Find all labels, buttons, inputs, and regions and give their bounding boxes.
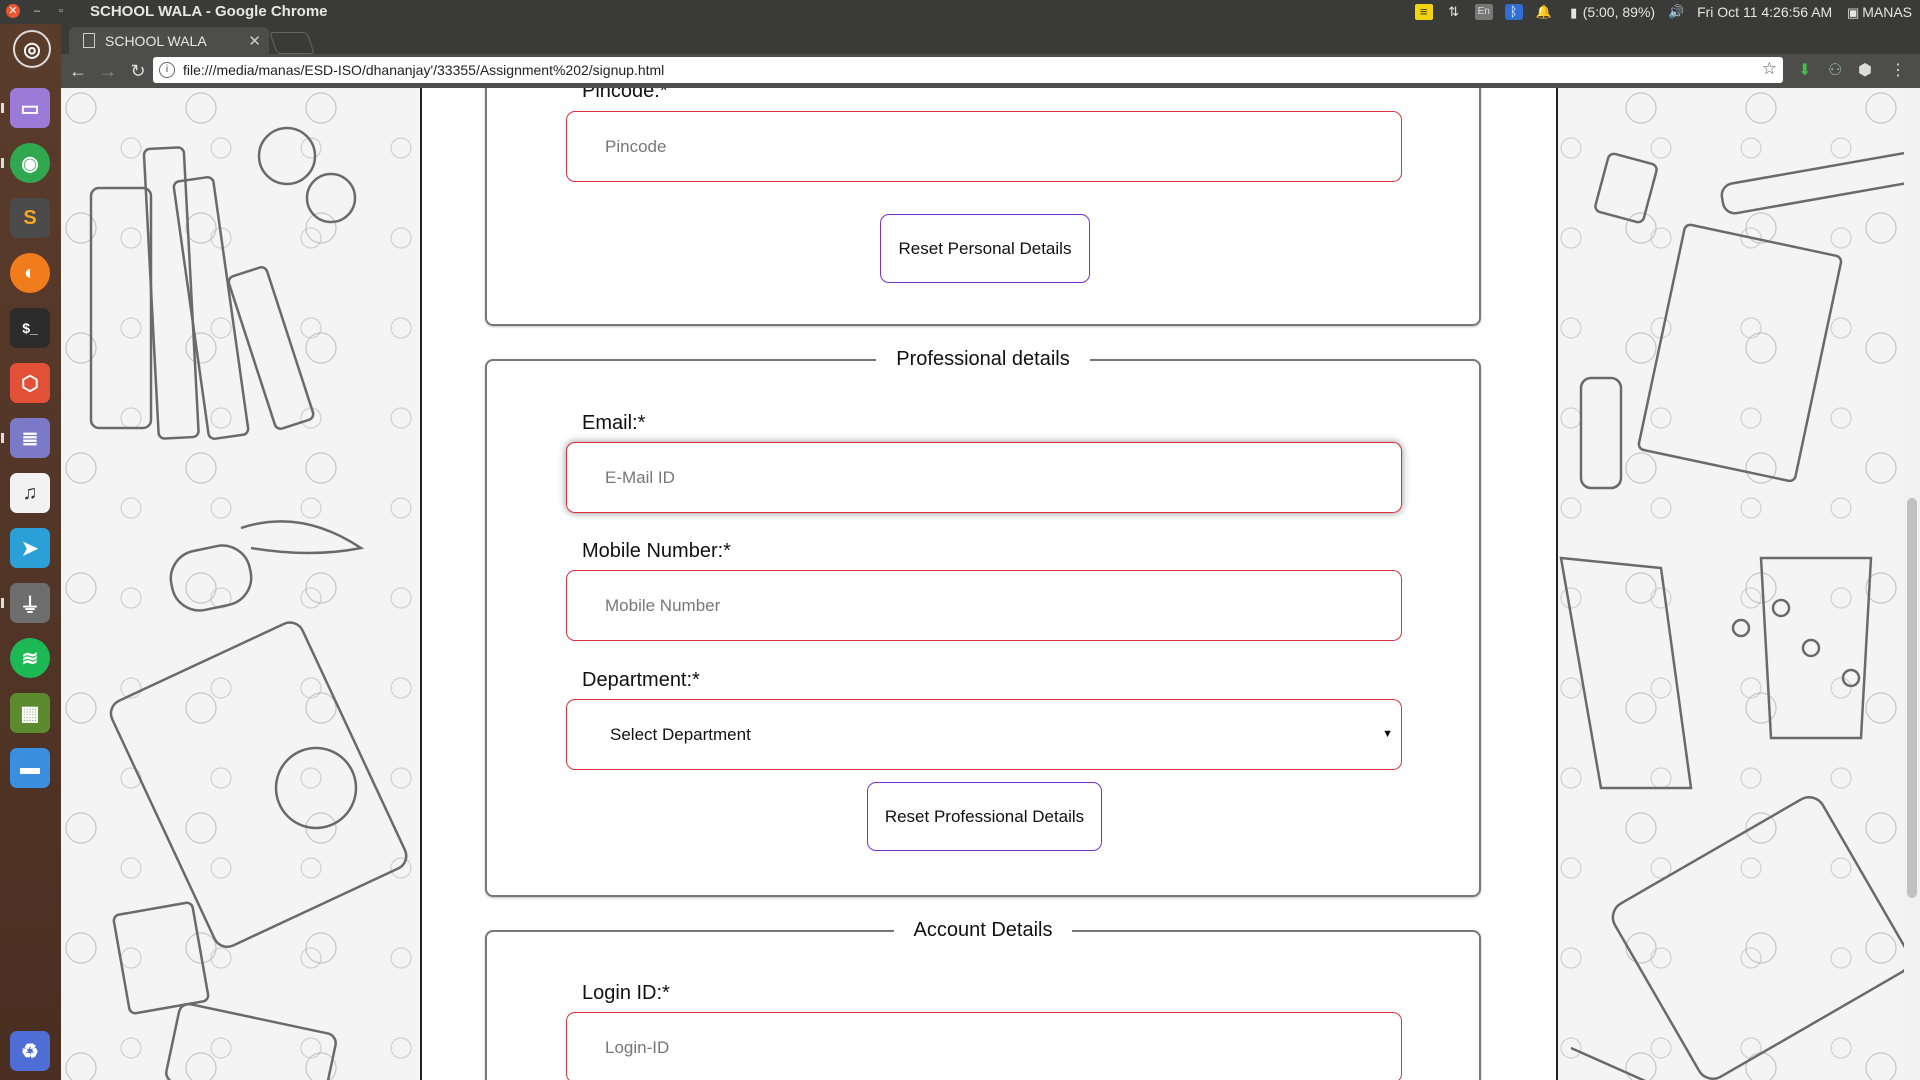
page-icon xyxy=(83,33,95,48)
files-icon[interactable]: ▭ xyxy=(10,88,50,128)
clock[interactable]: Fri Oct 11 4:26:56 AM xyxy=(1697,4,1832,20)
professional-details-section: Professional details Email:* E-Mail ID M… xyxy=(485,348,1481,897)
window-controls: ✕ – ▫ xyxy=(6,4,68,18)
extension-icon[interactable]: ⚇ xyxy=(1828,60,1842,80)
forward-arrow-icon[interactable]: → xyxy=(95,61,121,82)
tab-strip: SCHOOL WALA ✕ xyxy=(61,24,1920,54)
chrome-menu-icon[interactable]: ⋮ xyxy=(1890,60,1906,80)
minecraft-icon[interactable]: ▦ xyxy=(10,693,50,733)
mobile-number-input[interactable]: Mobile Number xyxy=(566,570,1402,641)
bluetooth-icon[interactable]: ᛒ xyxy=(1504,4,1523,20)
notification-bell-icon[interactable]: 🔔 xyxy=(1535,4,1553,20)
maximize-window-button[interactable]: ▫ xyxy=(54,4,68,18)
system-tray: ≡ ⇅ En ᛒ 🔔 ▮ (5:00, 89%) 🔊 Fri Oct 11 4:2… xyxy=(1414,0,1912,24)
chrome-icon[interactable]: ◉ xyxy=(10,143,50,183)
network-icon[interactable]: ⇅ xyxy=(1445,4,1463,20)
pincode-label: Pincode:* xyxy=(582,88,668,102)
telegram-icon[interactable]: ➤ xyxy=(10,528,50,568)
user-icon: ▣ xyxy=(1847,4,1860,20)
email-input[interactable]: E-Mail ID xyxy=(566,442,1402,513)
new-tab-button[interactable] xyxy=(268,32,316,54)
user-name: MANAS xyxy=(1862,3,1912,20)
close-tab-icon[interactable]: ✕ xyxy=(248,32,261,50)
reload-icon[interactable]: ↻ xyxy=(125,61,151,82)
department-select[interactable]: Select Department ▼ xyxy=(566,699,1402,770)
reset-professional-details-button[interactable]: Reset Professional Details xyxy=(867,782,1102,851)
volume-icon[interactable]: 🔊 xyxy=(1667,4,1685,20)
running-indicator xyxy=(1,433,4,443)
department-label: Department:* xyxy=(582,669,700,691)
app-center-icon[interactable]: ⬡ xyxy=(10,363,50,403)
account-details-legend: Account Details xyxy=(487,919,1479,942)
running-indicator xyxy=(1,598,4,608)
pincode-input[interactable]: Pincode xyxy=(566,111,1402,182)
url-text: file:///media/manas/ESD-ISO/dhananjay'/3… xyxy=(183,62,665,78)
email-label: Email:* xyxy=(582,412,646,434)
scrollbar-thumb[interactable] xyxy=(1907,498,1917,898)
professional-details-legend-text: Professional details xyxy=(876,348,1090,370)
notes-indicator-icon[interactable]: ≡ xyxy=(1414,4,1433,20)
battery-status: (5:00, 89%) xyxy=(1582,3,1656,20)
minimize-window-button[interactable]: – xyxy=(30,4,44,18)
download-extension-icon[interactable]: ⬇ xyxy=(1798,60,1811,80)
signup-form-container: Pincode:* Pincode Reset Personal Details… xyxy=(420,88,1558,1080)
terminal-icon[interactable]: $_ xyxy=(10,308,50,348)
ubuntu-dash-icon[interactable]: ◎ xyxy=(13,30,51,68)
running-indicator xyxy=(1,103,4,113)
professional-details-legend: Professional details xyxy=(487,348,1479,371)
back-arrow-icon[interactable]: ← xyxy=(65,61,91,82)
browser-toolbar: ← → ↻ i file:///media/manas/ESD-ISO/dhan… xyxy=(61,54,1920,88)
battery-indicator[interactable]: ▮ (5:00, 89%) xyxy=(1565,4,1655,21)
mobile-number-label: Mobile Number:* xyxy=(582,540,731,562)
reset-personal-details-button[interactable]: Reset Personal Details xyxy=(880,214,1090,283)
music-icon[interactable]: ♫ xyxy=(10,473,50,513)
department-selected-value: Select Department xyxy=(610,724,751,744)
account-details-legend-text: Account Details xyxy=(893,919,1073,941)
usb-icon[interactable]: ⏚ xyxy=(10,583,50,623)
folder-icon[interactable]: ▬ xyxy=(10,748,50,788)
login-id-label: Login ID:* xyxy=(582,982,670,1004)
address-bar[interactable]: i file:///media/manas/ESD-ISO/dhananjay'… xyxy=(153,57,1783,83)
close-window-button[interactable]: ✕ xyxy=(6,4,20,18)
sublime-icon[interactable]: S xyxy=(10,198,50,238)
info-icon[interactable]: i xyxy=(159,62,175,78)
launcher-dock: ◎ ▭ ◉ S ◐ $_ ⬡ ≣ ♫ ➤ ⏚ ≋ ▦ ▬ ♻ xyxy=(0,24,61,1080)
user-menu[interactable]: ▣ MANAS xyxy=(1844,4,1912,21)
bookmark-star-icon[interactable]: ☆ xyxy=(1762,59,1777,79)
personal-details-section: Pincode:* Pincode Reset Personal Details xyxy=(485,88,1481,326)
tab-title: SCHOOL WALA xyxy=(105,32,207,49)
tab-school-wala[interactable]: SCHOOL WALA ✕ xyxy=(69,27,269,54)
battery-icon: ▮ xyxy=(1570,4,1578,20)
text-editor-icon[interactable]: ≣ xyxy=(10,418,50,458)
system-top-panel: ✕ – ▫ SCHOOL WALA - Google Chrome ≡ ⇅ En… xyxy=(0,0,1920,24)
chevron-down-icon: ▼ xyxy=(1382,728,1393,740)
running-indicator xyxy=(1,158,4,168)
spotify-icon[interactable]: ≋ xyxy=(10,638,50,678)
page-scrollbar[interactable] xyxy=(1904,88,1920,1080)
login-id-input[interactable]: Login-ID xyxy=(566,1012,1402,1080)
window-title: SCHOOL WALA - Google Chrome xyxy=(90,3,328,20)
page-viewport: Pincode:* Pincode Reset Personal Details… xyxy=(61,88,1904,1080)
trash-icon[interactable]: ♻ xyxy=(10,1031,50,1071)
shield-extension-icon[interactable]: ⬢ xyxy=(1858,60,1872,80)
firefox-icon[interactable]: ◐ xyxy=(10,253,50,293)
account-details-section: Account Details Login ID:* Login-ID xyxy=(485,919,1481,1080)
browser-window: SCHOOL WALA ✕ ← → ↻ i file:///media/mana… xyxy=(61,24,1920,1080)
keyboard-layout-indicator[interactable]: En xyxy=(1474,4,1493,20)
